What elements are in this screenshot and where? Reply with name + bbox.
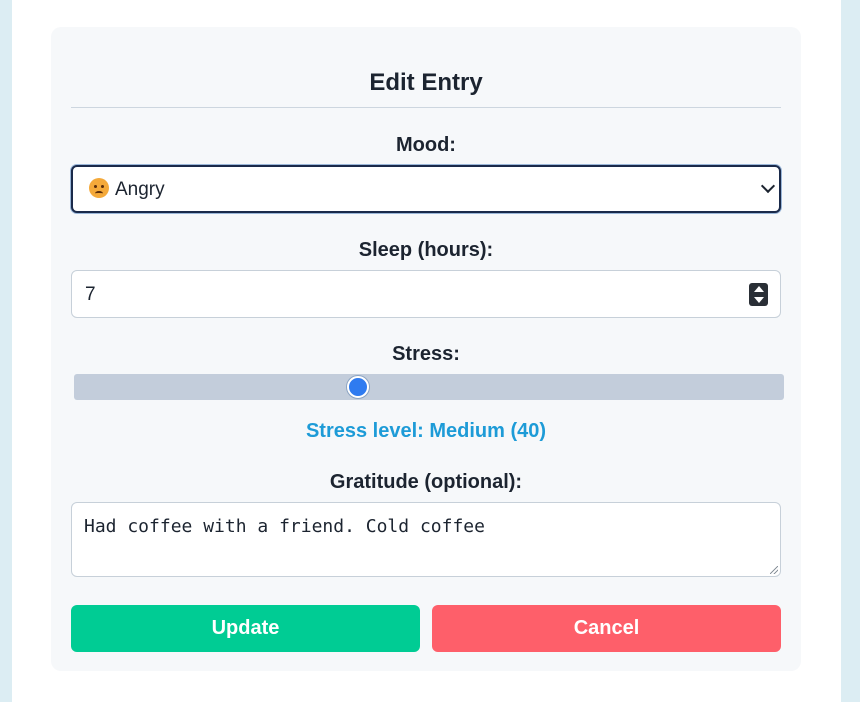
spinner-down-icon[interactable] [754,297,764,303]
title-divider [71,107,781,108]
edit-entry-card: Edit Entry Mood: Angry Sleep (hours): 7 … [51,27,801,671]
resize-handle-icon[interactable] [770,566,778,574]
page-container: Edit Entry Mood: Angry Sleep (hours): 7 … [12,0,841,702]
stress-slider[interactable] [74,374,784,400]
sleep-label: Sleep (hours): [358,239,494,261]
chevron-down-icon [760,178,776,194]
mood-selected-value: Angry [89,178,165,201]
gratitude-text: Had coffee with a friend. Cold coffee [84,516,485,537]
stress-level-text: Stress level: Medium (40) [305,420,547,442]
sleep-hours-input[interactable]: 7 [71,270,781,318]
cancel-button[interactable]: Cancel [432,605,781,652]
spinner-up-icon[interactable] [754,286,764,292]
stress-slider-thumb[interactable] [347,376,369,398]
update-button[interactable]: Update [71,605,420,652]
number-spinner[interactable] [749,283,768,306]
angry-face-icon [89,178,109,198]
gratitude-textarea[interactable]: Had coffee with a friend. Cold coffee [71,502,781,577]
mood-label: Mood: [396,134,456,156]
mood-select[interactable]: Angry [71,165,781,213]
gratitude-label: Gratitude (optional): [329,471,523,493]
stress-label: Stress: [392,343,460,365]
sleep-hours-value: 7 [85,284,96,305]
mood-selected-label: Angry [115,179,165,200]
form-title: Edit Entry [369,69,483,96]
